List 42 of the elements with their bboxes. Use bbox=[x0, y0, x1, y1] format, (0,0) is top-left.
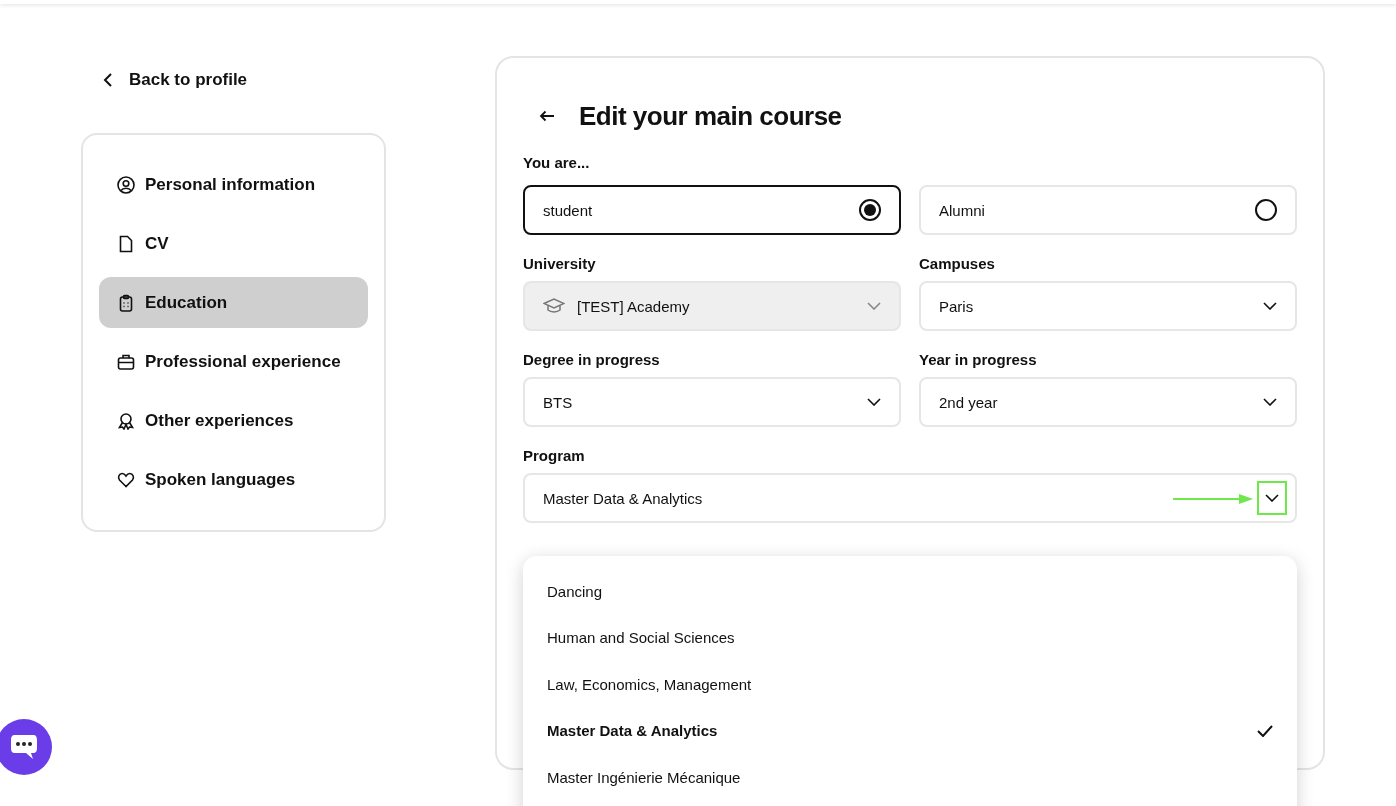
heart-icon bbox=[117, 470, 135, 489]
graduation-cap-icon bbox=[543, 298, 565, 314]
clipboard-icon bbox=[117, 293, 135, 312]
chevron-down-icon bbox=[1263, 398, 1277, 406]
field-label: Campuses bbox=[919, 255, 996, 274]
chevron-down-icon bbox=[1263, 302, 1277, 310]
chevron-down-icon[interactable] bbox=[1257, 481, 1287, 515]
page-title: Edit your main course bbox=[579, 100, 842, 132]
select-field[interactable]: Master Data & Analytics bbox=[523, 473, 1297, 523]
back-arrow-icon[interactable] bbox=[539, 110, 555, 122]
user-circle-icon bbox=[117, 175, 135, 194]
chat-button[interactable] bbox=[0, 719, 52, 775]
chevron-down-icon bbox=[867, 398, 881, 406]
checkmark-icon bbox=[1257, 724, 1273, 737]
briefcase-icon bbox=[117, 352, 135, 371]
select-field[interactable]: BTS bbox=[523, 377, 901, 427]
chevron-down-icon bbox=[867, 302, 881, 310]
sidebar-item[interactable]: Professional experience bbox=[99, 336, 368, 387]
field-label: Year in progress bbox=[919, 351, 1038, 370]
field-label: Degree in progress bbox=[523, 351, 661, 370]
dropdown-option[interactable]: Human and Social Sciences bbox=[547, 614, 1273, 661]
field-label: University bbox=[523, 255, 597, 274]
chevron-left-icon bbox=[103, 72, 113, 88]
field-label: You are... bbox=[523, 154, 591, 173]
chat-bubble-icon bbox=[9, 733, 39, 761]
dropdown-option[interactable]: Master Ingénierie Mécanique bbox=[547, 754, 1273, 801]
sidebar-item[interactable]: Education bbox=[99, 277, 368, 328]
status-radio-option[interactable]: student bbox=[523, 185, 901, 235]
sidebar-item[interactable]: Other experiences bbox=[99, 395, 368, 446]
back-to-profile-link[interactable]: Back to profile bbox=[103, 70, 248, 90]
sidebar-item[interactable]: Spoken languages bbox=[99, 454, 368, 505]
select-field[interactable]: 2nd year bbox=[919, 377, 1297, 427]
dropdown-option[interactable]: Master Data & Analytics bbox=[547, 707, 1273, 754]
select-field[interactable]: Paris bbox=[919, 281, 1297, 331]
dropdown-option[interactable]: Law, Economics, Management bbox=[547, 661, 1273, 708]
sidebar-item[interactable]: Personal information bbox=[99, 159, 368, 210]
sidebar-item[interactable]: CV bbox=[99, 218, 368, 269]
file-icon bbox=[117, 234, 135, 253]
dropdown-option[interactable]: Dancing bbox=[547, 568, 1273, 615]
field-label: Program bbox=[523, 447, 586, 466]
award-ribbon-icon bbox=[117, 411, 135, 430]
status-radio-option[interactable]: Alumni bbox=[919, 185, 1297, 235]
